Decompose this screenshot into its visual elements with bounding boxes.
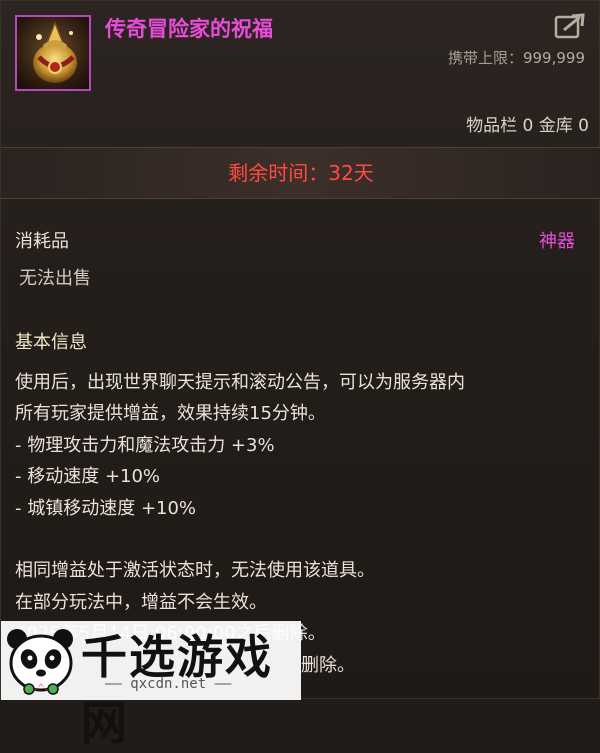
description-line: - 移动速度 +10% bbox=[15, 466, 161, 488]
item-rarity: 神器 bbox=[539, 231, 575, 252]
description-line bbox=[15, 524, 590, 555]
carry-limit-value: 999,999 bbox=[522, 49, 585, 67]
divider bbox=[1, 198, 600, 199]
watermark: 千选游戏网 —— qxcdn.net —— bbox=[1, 621, 301, 750]
panda-logo-icon bbox=[7, 629, 73, 695]
item-tooltip: 传奇冒险家的祝福 携带上限：999,999 物品栏 0 金库 0 剩余时间：32… bbox=[0, 0, 600, 750]
legendary-blessing-icon bbox=[33, 20, 77, 83]
description-line: 所有玩家提供增益，效果持续15分钟。 bbox=[15, 403, 326, 425]
item-icon bbox=[15, 15, 91, 91]
storage-count: 物品栏 0 金库 0 bbox=[466, 116, 589, 136]
carry-limit-label: 携带上限： bbox=[447, 49, 523, 67]
description-line: - 物理攻击力和魔法攻击力 +3% bbox=[15, 434, 275, 456]
watermark-url: —— qxcdn.net —— bbox=[105, 676, 232, 692]
trade-restriction: 无法出售 bbox=[19, 268, 91, 289]
share-button[interactable] bbox=[554, 13, 586, 39]
description-line: 使用后，出现世界聊天提示和滚动公告，可以为服务器内 bbox=[15, 372, 465, 393]
section-title: 基本信息 bbox=[15, 332, 87, 353]
description-line: 在部分玩法中，增益不会生效。 bbox=[15, 591, 267, 613]
item-type: 消耗品 bbox=[15, 231, 69, 252]
remaining-time: 剩余时间：32天 bbox=[1, 148, 600, 198]
carry-limit: 携带上限：999,999 bbox=[448, 47, 585, 68]
share-icon bbox=[554, 13, 585, 39]
description-line: - 城镇移动速度 +10% bbox=[15, 497, 197, 519]
description-line: 相同增益处于激活状态时，无法使用该道具。 bbox=[15, 560, 375, 582]
item-title: 传奇冒险家的祝福 bbox=[105, 17, 273, 41]
